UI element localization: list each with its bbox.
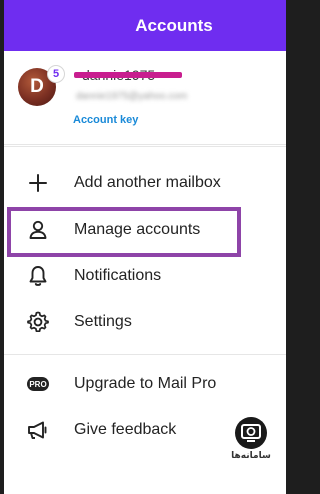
watermark-text: سامانه‌ها bbox=[231, 450, 271, 460]
redaction-strike bbox=[74, 72, 182, 78]
divider bbox=[4, 146, 286, 147]
feedback-label: Give feedback bbox=[74, 421, 177, 438]
watermark-icon bbox=[235, 417, 267, 449]
highlight-box bbox=[7, 207, 241, 257]
divider bbox=[4, 354, 286, 355]
notifications-label: Notifications bbox=[74, 267, 162, 284]
pro-badge-icon: PRO bbox=[27, 377, 49, 391]
page-title: Accounts bbox=[135, 16, 213, 35]
upgrade-label: Upgrade to Mail Pro bbox=[74, 375, 217, 392]
settings-label: Settings bbox=[74, 313, 132, 330]
header-bar: Accounts bbox=[4, 0, 286, 51]
account-email: dannie1975@yahoo.com bbox=[76, 91, 188, 102]
add-mailbox-item[interactable]: Add another mailbox bbox=[4, 160, 286, 206]
account-card[interactable]: D 5 dannie1975 dannie1975@yahoo.com bbox=[4, 51, 286, 145]
add-mailbox-label: Add another mailbox bbox=[74, 174, 221, 191]
watermark-logo: سامانه‌ها bbox=[218, 416, 284, 472]
account-key-link[interactable]: Account key bbox=[73, 114, 138, 126]
notifications-item[interactable]: Notifications bbox=[4, 253, 286, 299]
upgrade-item[interactable]: PRO Upgrade to Mail Pro bbox=[4, 361, 286, 407]
plus-icon bbox=[29, 174, 47, 192]
svg-text:PRO: PRO bbox=[29, 380, 46, 389]
bell-icon bbox=[29, 266, 47, 286]
unread-count-badge: 5 bbox=[47, 65, 65, 83]
gear-icon bbox=[27, 311, 49, 333]
megaphone-icon bbox=[28, 421, 47, 439]
settings-item[interactable]: Settings bbox=[4, 299, 286, 345]
